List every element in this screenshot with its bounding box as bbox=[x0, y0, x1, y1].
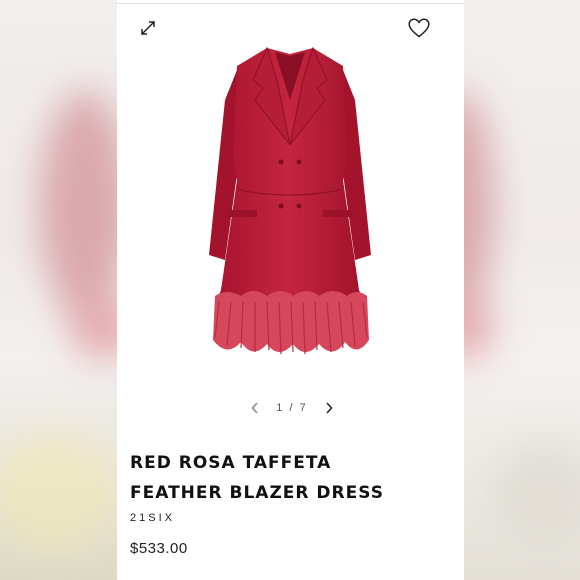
expand-icon[interactable] bbox=[137, 17, 159, 39]
blurred-backdrop-right bbox=[464, 0, 580, 580]
chevron-left-icon[interactable] bbox=[247, 398, 263, 418]
blurred-backdrop-left bbox=[0, 0, 117, 580]
heart-icon[interactable] bbox=[407, 16, 431, 40]
pager-count: 1 / 7 bbox=[276, 402, 308, 414]
product-title-line1: RED ROSA TAFFETA bbox=[130, 453, 332, 473]
product-card: 1 / 7 RED ROSA TAFFETA FEATHER BLAZER DR… bbox=[117, 0, 464, 580]
product-brand[interactable]: 21SIX bbox=[130, 512, 175, 524]
chevron-right-icon[interactable] bbox=[321, 398, 337, 418]
product-title-line2: FEATHER BLAZER DRESS bbox=[130, 483, 384, 503]
product-price: $533.00 bbox=[130, 540, 188, 557]
gallery-pager: 1 / 7 bbox=[247, 398, 337, 418]
divider bbox=[117, 3, 464, 4]
product-title: RED ROSA TAFFETA FEATHER BLAZER DRESS bbox=[130, 448, 460, 508]
product-image[interactable] bbox=[197, 40, 383, 360]
